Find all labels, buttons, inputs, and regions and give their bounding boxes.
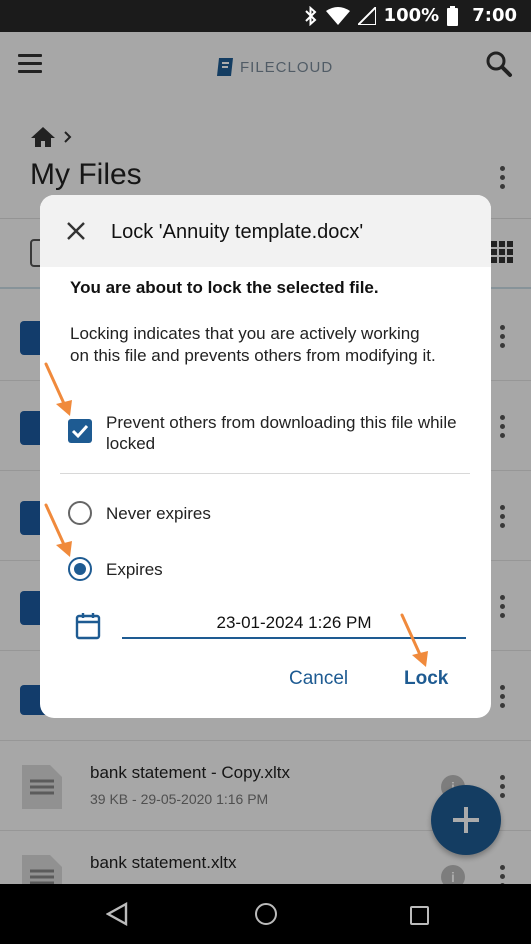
never-expires-label[interactable]: Never expires: [106, 504, 211, 524]
annotation-arrow: [400, 613, 428, 667]
prevent-download-label[interactable]: Prevent others from downloading this fil…: [106, 412, 466, 454]
cancel-button[interactable]: Cancel: [289, 668, 348, 690]
expires-label[interactable]: Expires: [106, 560, 163, 580]
bluetooth-icon: [304, 5, 318, 26]
clock: 7:00: [472, 5, 517, 26]
back-icon[interactable]: [106, 902, 128, 926]
dialog-description: Locking indicates that you are actively …: [70, 324, 436, 365]
dialog-lead: You are about to lock the selected file.: [70, 278, 379, 297]
recent-apps-icon[interactable]: [410, 906, 429, 925]
cell-signal-icon: [357, 6, 376, 25]
screen: 100% 7:00 FILECLOUD My Files bank statem…: [0, 0, 531, 944]
checkmark-icon: [71, 424, 89, 439]
calendar-icon[interactable]: [75, 612, 101, 640]
system-nav-bar: [0, 884, 531, 944]
status-bar: 100% 7:00: [0, 0, 531, 32]
battery-text: 100%: [383, 5, 440, 26]
expires-radio[interactable]: [68, 557, 92, 581]
dialog-title: Lock 'Annuity template.docx': [111, 221, 364, 243]
dialog-header: Lock 'Annuity template.docx': [40, 195, 491, 267]
annotation-arrow: [44, 503, 72, 557]
battery-icon: [447, 5, 459, 26]
wifi-icon: [325, 6, 350, 25]
annotation-arrow: [44, 362, 72, 416]
prevent-download-checkbox[interactable]: [68, 419, 92, 443]
close-icon[interactable]: [66, 221, 86, 241]
dialog-divider: [60, 473, 470, 474]
home-nav-icon[interactable]: [255, 903, 277, 925]
lock-button[interactable]: Lock: [404, 668, 448, 690]
